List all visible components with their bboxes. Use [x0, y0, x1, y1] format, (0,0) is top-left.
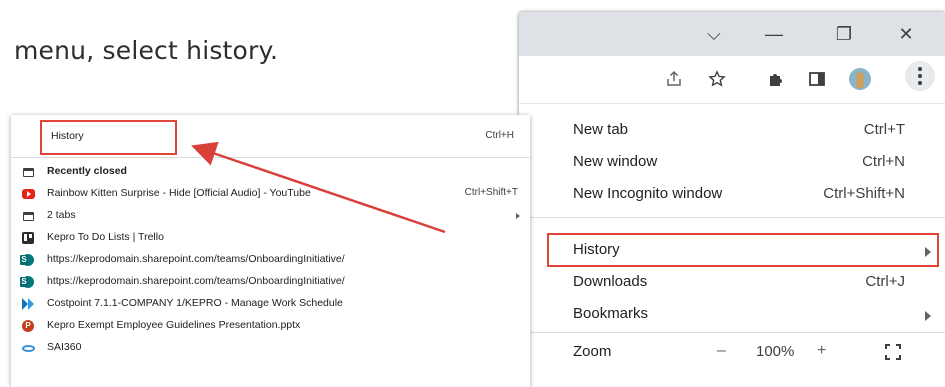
bookmark-star-icon: [708, 70, 726, 87]
side-panel-icon: [809, 72, 825, 86]
history-entry[interactable]: Costpoint 7.1.1-COMPANY 1/KEPRO - Manage…: [11, 293, 530, 315]
share-icon: [667, 70, 681, 86]
close-icon: ✕: [898, 23, 914, 44]
costpoint-icon: [21, 298, 35, 310]
sharepoint-icon: [20, 276, 34, 288]
recently-closed-heading: Recently closed: [11, 161, 530, 183]
tab-search-button[interactable]: ⌵: [689, 12, 739, 56]
menu-item-downloads[interactable]: Downloads Ctrl+J: [519, 266, 945, 298]
share-button[interactable]: [658, 63, 690, 95]
shortcut-label: Ctrl+N: [862, 153, 905, 170]
zoom-label: Zoom: [573, 343, 612, 360]
zoom-out-button[interactable]: –: [717, 342, 726, 360]
chrome-window: ⌵ — ❐ ✕ New tab Ctrl+T New window Ctrl+N…: [519, 12, 945, 387]
browser-toolbar: [519, 56, 945, 104]
shortcut-label: Ctrl+J: [865, 273, 905, 290]
submenu-arrow-icon: [925, 311, 931, 321]
avatar: [849, 68, 871, 90]
shortcut-label: Ctrl+Shift+N: [823, 185, 905, 202]
menu-divider: [11, 157, 530, 158]
chrome-main-menu: New tab Ctrl+T New window Ctrl+N New Inc…: [519, 104, 945, 387]
history-entry[interactable]: Kepro To Do Lists | Trello: [11, 227, 530, 249]
tabs-icon: [22, 211, 34, 221]
history-entry[interactable]: Rainbow Kitten Surprise - Hide [Official…: [11, 183, 530, 205]
zoom-in-button[interactable]: +: [817, 342, 826, 360]
submenu-arrow-icon: [516, 213, 520, 219]
more-menu-icon: [918, 67, 922, 85]
bookmark-button[interactable]: [701, 63, 733, 95]
sharepoint-icon: [20, 254, 34, 266]
zoom-row: Zoom – 100% +: [519, 336, 945, 368]
extensions-puzzle-icon: [770, 74, 782, 86]
shortcut-label: Ctrl+T: [863, 121, 905, 138]
tab-icon: [22, 167, 34, 177]
sai360-icon: [21, 344, 35, 352]
youtube-icon: [21, 189, 35, 199]
history-header-highlight-box: [40, 120, 177, 155]
more-menu-button[interactable]: [905, 61, 935, 91]
restore-button[interactable]: ❐: [819, 12, 869, 56]
side-panel-button[interactable]: [801, 63, 833, 95]
history-entry[interactable]: SAI360: [11, 337, 530, 359]
history-highlight-box: [547, 233, 939, 267]
trello-icon: [22, 232, 34, 244]
menu-item-bookmarks[interactable]: Bookmarks: [519, 298, 945, 330]
history-entry[interactable]: 2 tabs: [11, 205, 530, 227]
chevron-down-icon: ⌵: [707, 23, 721, 44]
menu-divider: [519, 217, 945, 218]
shortcut-label: Ctrl+Shift+T: [464, 187, 518, 198]
close-button[interactable]: ✕: [881, 12, 931, 56]
history-entry[interactable]: https://keprodomain.sharepoint.com/teams…: [11, 249, 530, 271]
minimize-button[interactable]: —: [749, 12, 799, 56]
powerpoint-icon: P: [22, 320, 34, 332]
shortcut-label: Ctrl+H: [485, 130, 514, 141]
menu-divider: [519, 332, 945, 333]
history-submenu: History Ctrl+H Recently closed Rainbow K…: [11, 115, 530, 387]
fullscreen-icon[interactable]: [885, 344, 901, 360]
restore-icon: ❐: [835, 23, 853, 44]
profile-button[interactable]: [844, 63, 876, 95]
zoom-level: 100%: [756, 343, 795, 360]
history-entry[interactable]: P Kepro Exempt Employee Guidelines Prese…: [11, 315, 530, 337]
history-entry[interactable]: https://keprodomain.sharepoint.com/teams…: [11, 271, 530, 293]
instruction-text: menu, select history.: [14, 36, 279, 65]
menu-item-new-window[interactable]: New window Ctrl+N: [519, 146, 945, 178]
menu-item-new-incognito-window[interactable]: New Incognito window Ctrl+Shift+N: [519, 178, 945, 210]
title-bar: ⌵ — ❐ ✕: [519, 12, 945, 56]
menu-item-new-tab[interactable]: New tab Ctrl+T: [519, 114, 945, 146]
minimize-icon: —: [765, 23, 783, 44]
extensions-button[interactable]: [760, 63, 792, 95]
